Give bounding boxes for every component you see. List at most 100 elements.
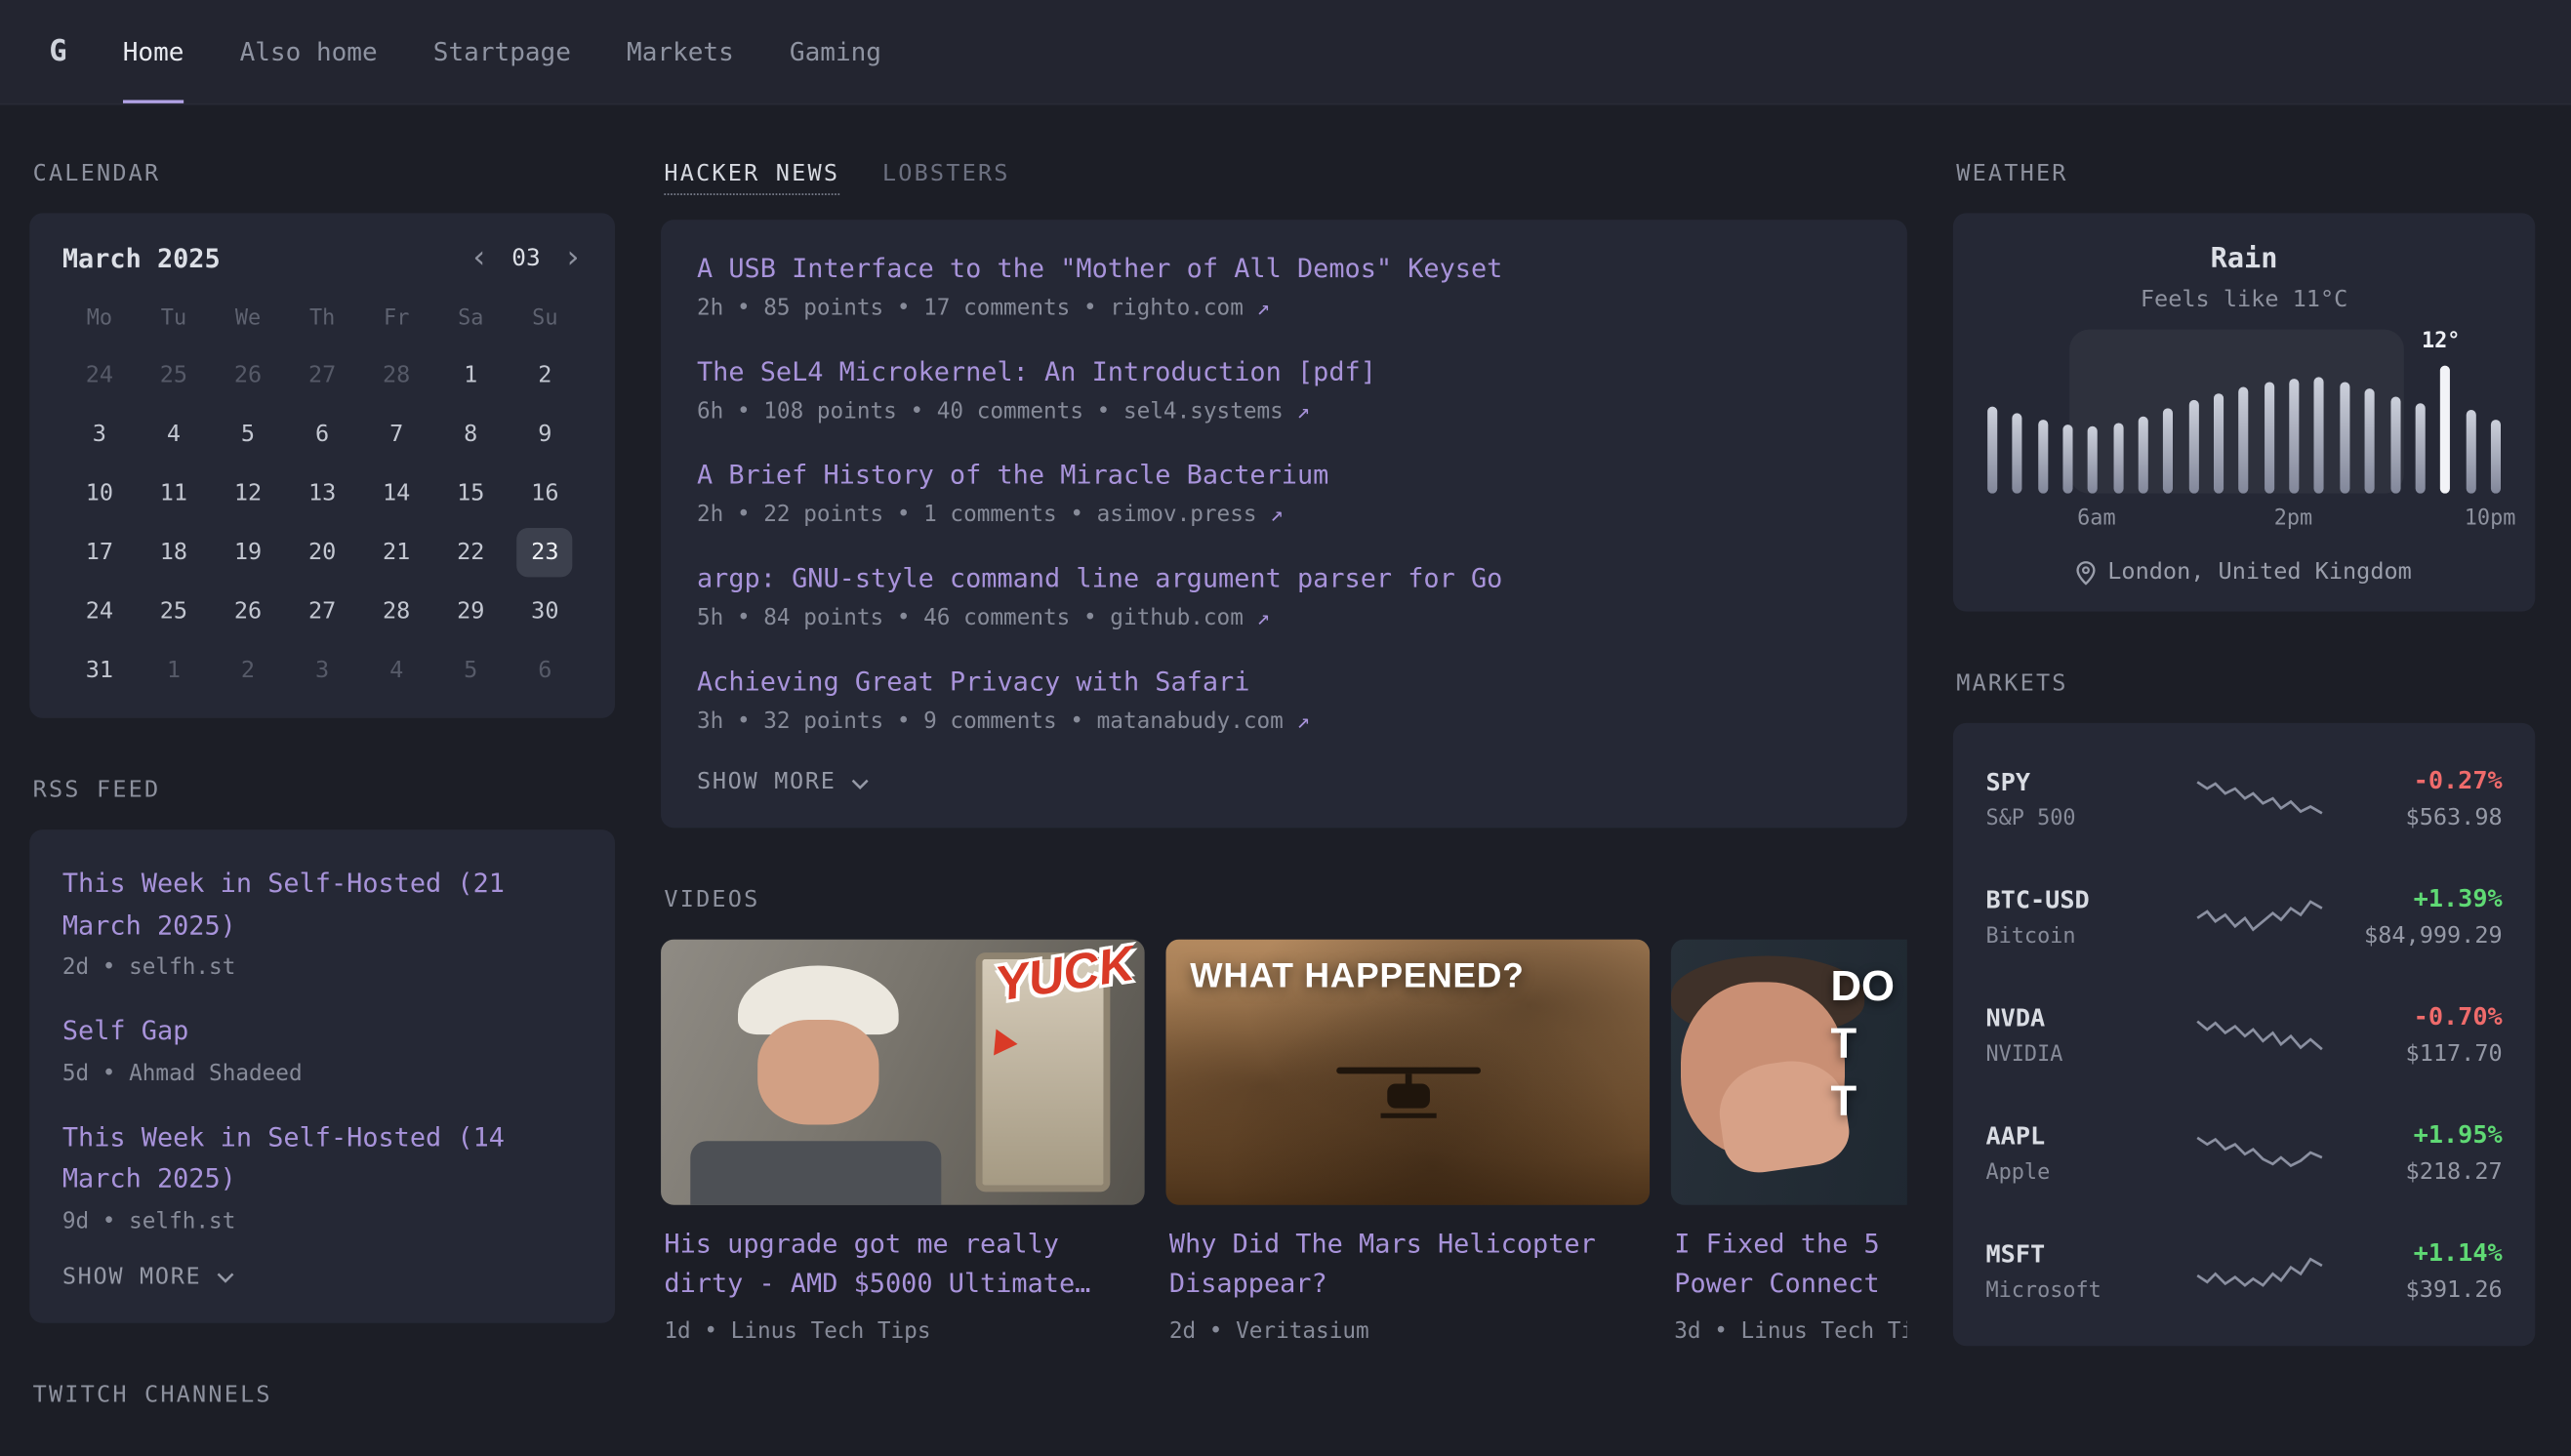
nav-tab-home[interactable]: Home xyxy=(123,0,184,103)
hn-item-source[interactable]: asimov.press xyxy=(1097,502,1257,528)
calendar-day: 24 xyxy=(62,586,137,635)
hn-item-title[interactable]: A USB Interface to the "Mother of All De… xyxy=(697,253,1871,284)
market-name: Microsoft xyxy=(1985,1278,2179,1303)
market-symbol-block: AAPLApple xyxy=(1985,1120,2179,1185)
calendar-prev-icon[interactable]: ‹ xyxy=(470,243,489,274)
market-symbol-block: NVDANVIDIA xyxy=(1985,1002,2179,1067)
hn-item-source[interactable]: matanabudy.com xyxy=(1097,708,1284,735)
calendar-day: 25 xyxy=(137,586,211,635)
video-card[interactable]: YUCK His upgrade got me reallydirty - AMD… xyxy=(661,940,1145,1345)
market-row[interactable]: SPYS&P 500-0.27%$563.98 xyxy=(1985,740,2502,858)
weather-bar xyxy=(2390,397,2400,494)
market-row[interactable]: MSFTMicrosoft+1.14%$391.26 xyxy=(1985,1212,2502,1330)
video-thumbnail[interactable]: WHAT HAPPENED? xyxy=(1165,940,1650,1205)
market-change: +1.39% xyxy=(2339,884,2503,913)
weekday-label: We xyxy=(211,306,285,331)
external-link-icon: ↗ xyxy=(1244,605,1270,631)
calendar-day: 1 xyxy=(137,646,211,695)
market-symbol: BTC-USD xyxy=(1985,884,2179,913)
markets-section-label: MARKETS xyxy=(1956,670,2535,697)
video-title[interactable]: Power Connect xyxy=(1674,1264,1907,1303)
video-meta: 1d • Linus Tech Tips xyxy=(664,1318,1141,1345)
top-nav: G Home Also home Startpage Markets Gaming xyxy=(0,0,2571,105)
tab-hacker-news[interactable]: HACKER NEWS xyxy=(664,161,839,195)
weather-bar xyxy=(2491,420,2501,494)
weekday-label: Tu xyxy=(137,306,211,331)
hn-item: A USB Interface to the "Mother of All De… xyxy=(697,253,1871,322)
weather-chart: 12° xyxy=(1985,333,2502,494)
video-title[interactable]: His upgrade got me really xyxy=(664,1225,1141,1264)
rss-item-title[interactable]: Self Gap xyxy=(62,1010,583,1052)
market-sparkline xyxy=(2180,771,2339,827)
calendar-day: 29 xyxy=(433,586,508,635)
rss-show-more[interactable]: SHOW MORE xyxy=(62,1264,583,1290)
nav-tab-markets[interactable]: Markets xyxy=(627,0,734,103)
external-link-icon: ↗ xyxy=(1284,398,1310,425)
right-column: WEATHER Rain Feels like 11°C 12° 6am2pm1… xyxy=(1953,161,2535,1435)
hn-item-title[interactable]: Achieving Great Privacy with Safari xyxy=(697,666,1871,697)
hn-item-title[interactable]: A Brief History of the Miracle Bacterium xyxy=(697,459,1871,490)
weather-time-label: 6am xyxy=(2077,506,2115,531)
calendar-month-number: 03 xyxy=(511,245,540,271)
calendar-day: 18 xyxy=(137,528,211,577)
nav-tab-also-home[interactable]: Also home xyxy=(240,0,378,103)
calendar-day: 11 xyxy=(137,468,211,517)
video-text: I Fixed the 5Power Connect3d • Linus Tec… xyxy=(1671,1205,1907,1345)
market-name: S&P 500 xyxy=(1985,806,2179,830)
market-row[interactable]: BTC-USDBitcoin+1.39%$84,999.29 xyxy=(1985,858,2502,976)
rss-item-meta: 5d • Ahmad Shadeed xyxy=(62,1061,583,1087)
market-price-block: +1.95%$218.27 xyxy=(2339,1119,2503,1185)
video-title[interactable]: Disappear? xyxy=(1169,1264,1647,1303)
video-card[interactable]: WHAT HAPPENED? Why Did The Mars Helicopte… xyxy=(1165,940,1650,1345)
video-thumbnail[interactable]: YUCK xyxy=(661,940,1145,1205)
weekday-label: Sa xyxy=(433,306,508,331)
nav-tab-startpage[interactable]: Startpage xyxy=(433,0,571,103)
video-thumbnail[interactable]: DOTT xyxy=(1671,940,1907,1205)
app-logo[interactable]: G xyxy=(49,34,66,68)
video-title[interactable]: dirty - AMD $5000 Ultimate… xyxy=(664,1264,1141,1303)
calendar-day: 27 xyxy=(285,351,359,400)
rss-item-title[interactable]: This Week in Self-Hosted (21 March 2025) xyxy=(62,863,583,947)
twitch-section-label: TWITCH CHANNELS xyxy=(33,1382,615,1408)
hn-show-more-label: SHOW MORE xyxy=(697,769,837,795)
market-change: -0.70% xyxy=(2339,1001,2503,1031)
hn-item-source[interactable]: sel4.systems xyxy=(1123,398,1284,425)
external-link-icon: ↗ xyxy=(1257,502,1284,528)
video-title[interactable]: I Fixed the 5 xyxy=(1674,1225,1907,1264)
hn-item-source[interactable]: righto.com xyxy=(1110,295,1244,321)
weather-location-row: London, United Kingdom xyxy=(1985,559,2502,586)
video-title[interactable]: Why Did The Mars Helicopter xyxy=(1169,1225,1647,1264)
market-price-block: +1.39%$84,999.29 xyxy=(2339,884,2503,950)
weather-bar xyxy=(2365,389,2375,494)
calendar-day: 3 xyxy=(62,410,137,459)
calendar-day: 21 xyxy=(359,528,433,577)
calendar-day: 10 xyxy=(62,468,137,517)
weather-time-label: 2pm xyxy=(2274,506,2312,531)
rss-item-title[interactable]: This Week in Self-Hosted (14 March 2025) xyxy=(62,1116,583,1200)
hn-item-meta: 6h • 108 points • 40 comments • sel4.sys… xyxy=(697,398,1871,425)
hn-item-source[interactable]: github.com xyxy=(1110,605,1244,631)
overlay-letter: T xyxy=(1830,1075,1895,1126)
market-price: $563.98 xyxy=(2339,805,2503,831)
video-card[interactable]: DOTTI Fixed the 5Power Connect3d • Linus… xyxy=(1671,940,1907,1345)
nav-tab-gaming[interactable]: Gaming xyxy=(790,0,881,103)
market-row[interactable]: AAPLApple +1.95%$218.27 xyxy=(1985,1094,2502,1212)
market-symbol-block: MSFTMicrosoft xyxy=(1985,1238,2179,1303)
calendar-day: 27 xyxy=(285,586,359,635)
middle-column: HACKER NEWS LOBSTERS A USB Interface to … xyxy=(661,161,1907,1435)
calendar-next-icon[interactable]: › xyxy=(563,243,582,274)
hn-item-title[interactable]: argp: GNU-style command line argument pa… xyxy=(697,562,1871,593)
calendar-day: 4 xyxy=(137,410,211,459)
left-column: CALENDAR March 2025 ‹ 03 › MoTuWeThFrSaS… xyxy=(29,161,615,1435)
rss-item-meta: 2d • selfh.st xyxy=(62,954,583,981)
hn-show-more[interactable]: SHOW MORE xyxy=(697,769,1871,795)
tab-lobsters[interactable]: LOBSTERS xyxy=(882,161,1010,195)
markets-widget: SPYS&P 500-0.27%$563.98BTC-USDBitcoin+1.… xyxy=(1953,723,2535,1346)
hn-item-title[interactable]: The SeL4 Microkernel: An Introduction [p… xyxy=(697,356,1871,387)
hn-item-meta: 2h • 22 points • 1 comments • asimov.pre… xyxy=(697,502,1871,528)
helicopter-skid xyxy=(1380,1112,1436,1117)
calendar-day: 3 xyxy=(285,646,359,695)
market-row[interactable]: NVDANVIDIA-0.70%$117.70 xyxy=(1985,976,2502,1094)
calendar-day: 1 xyxy=(433,351,508,400)
weekday-label: Su xyxy=(508,306,582,331)
